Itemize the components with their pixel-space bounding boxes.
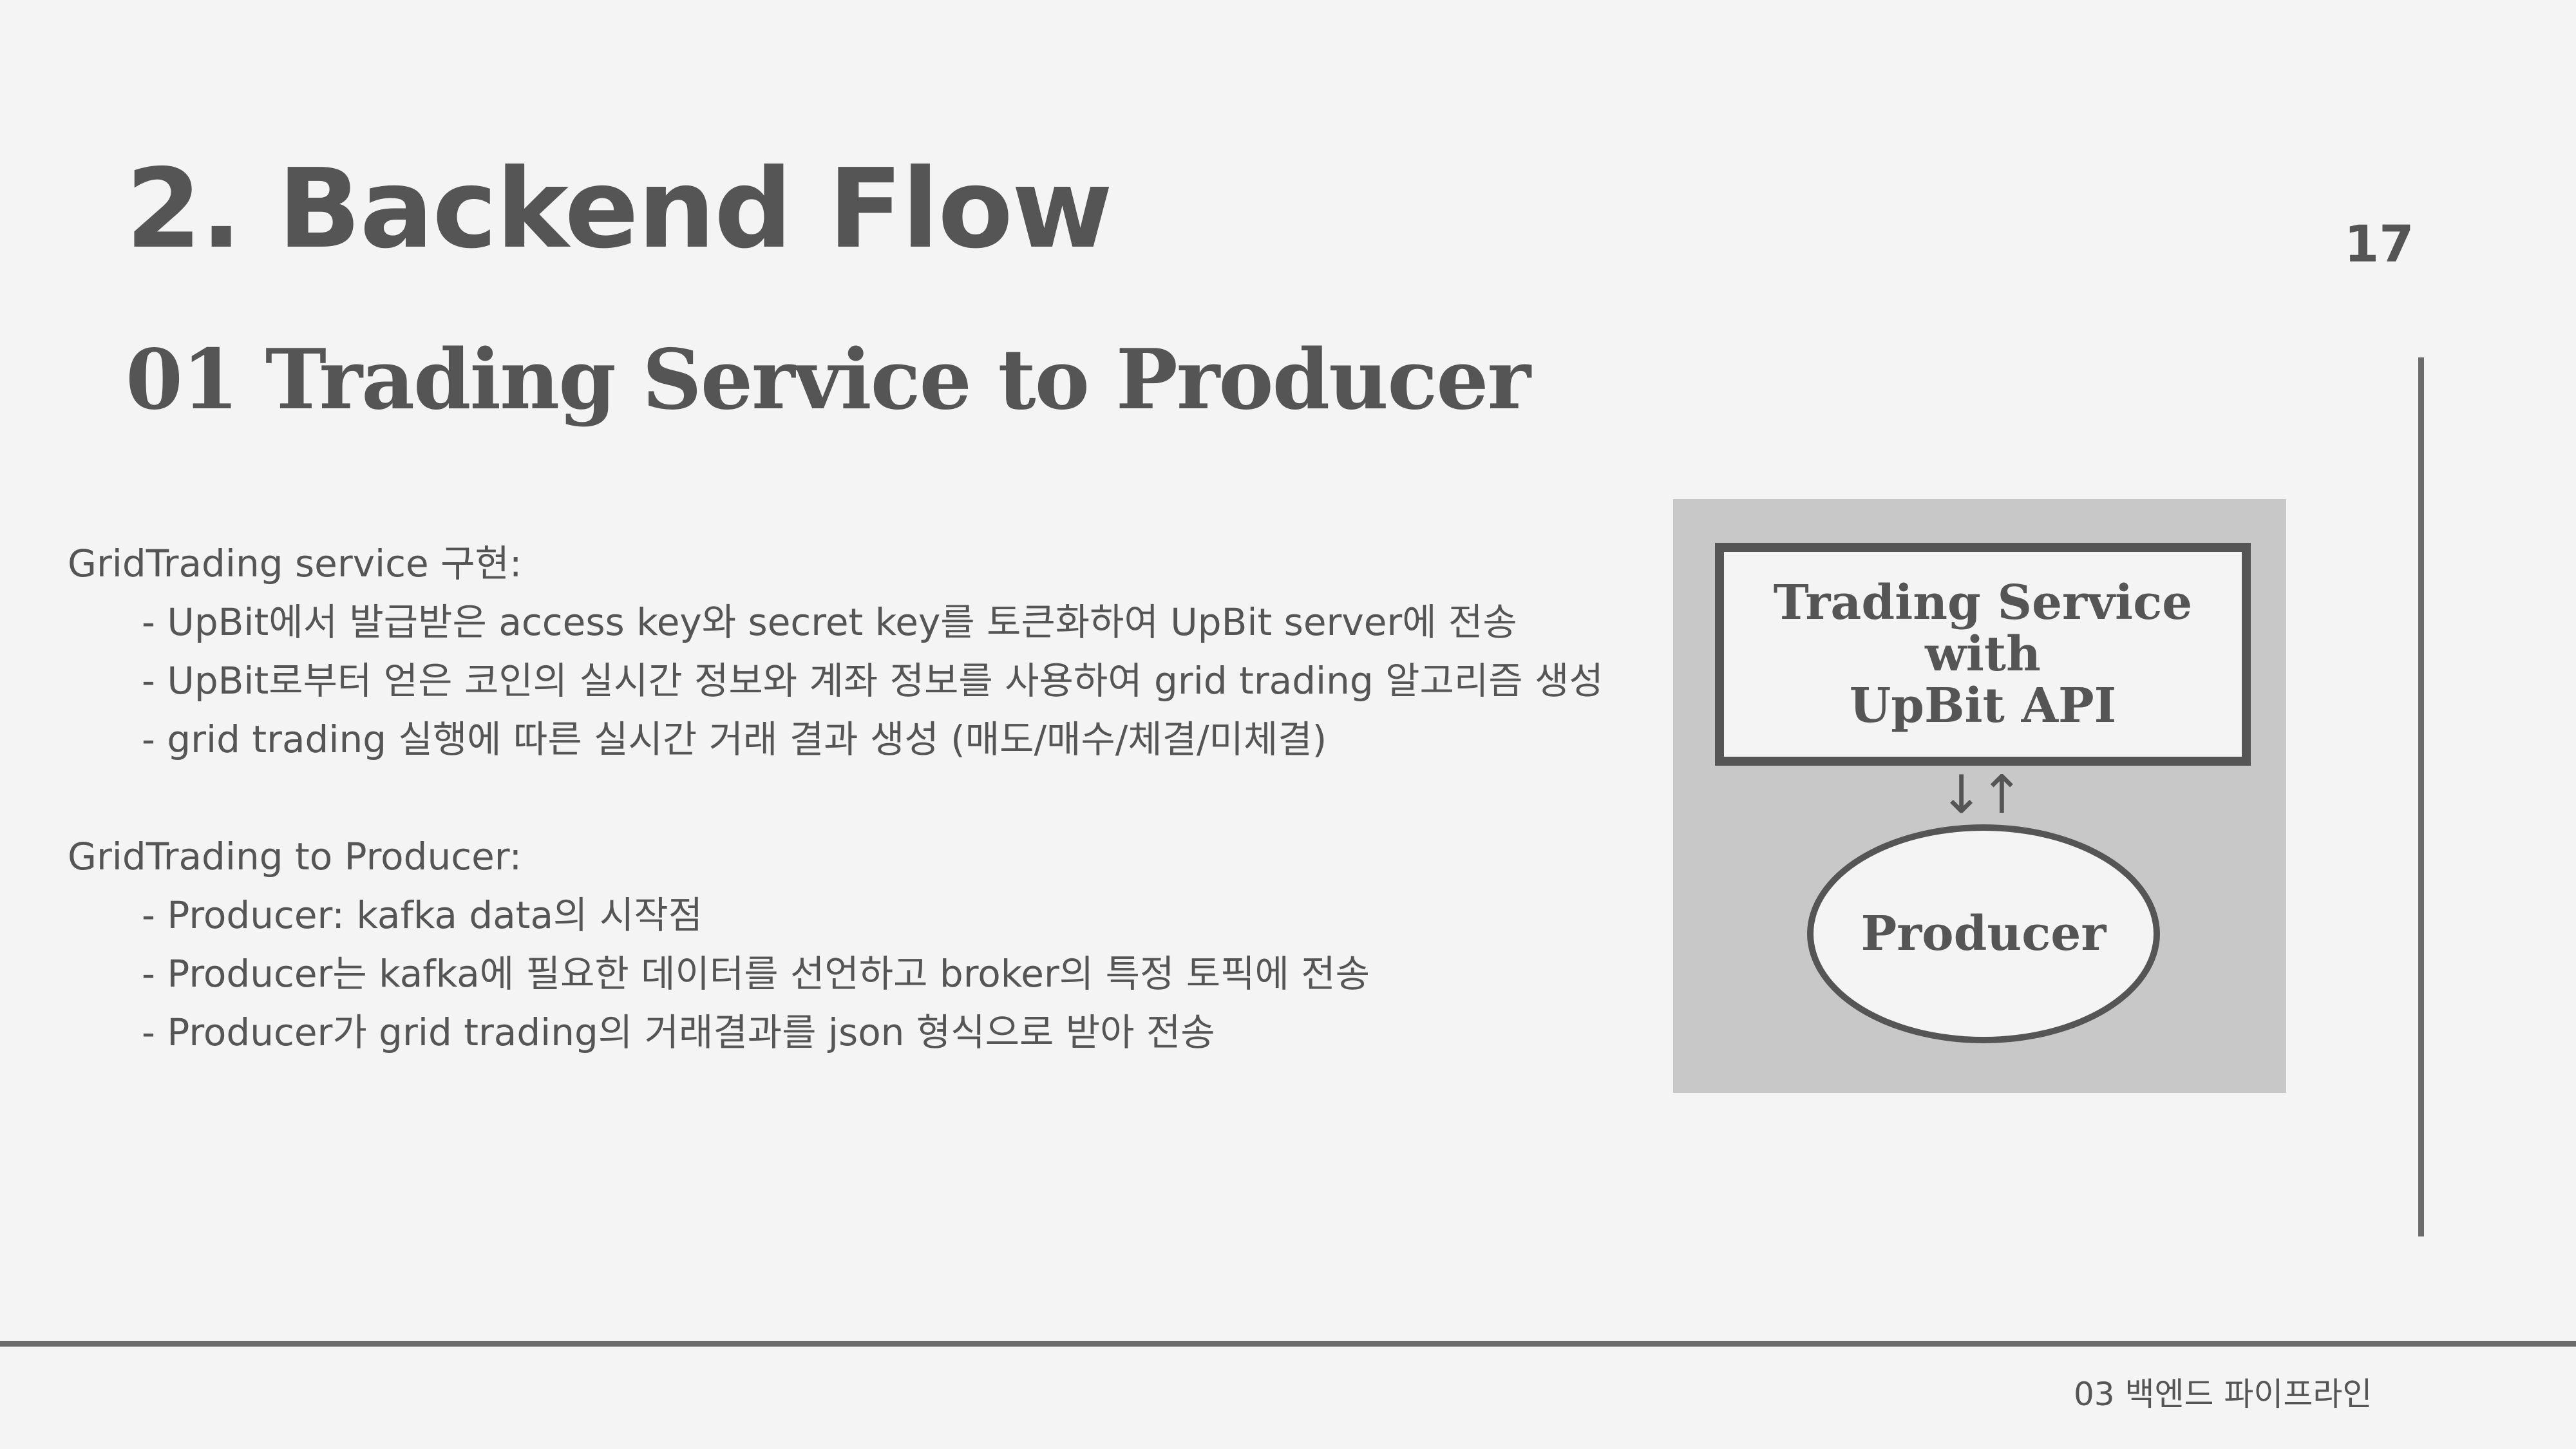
page-number: 17 <box>2344 216 2414 274</box>
vertical-divider <box>2418 357 2424 1236</box>
section-heading: GridTrading service 구현: <box>68 542 522 585</box>
service-label-line: Trading Service <box>1773 575 2193 630</box>
bullet-item: - UpBit에서 발급받은 access key와 secret key를 토… <box>142 600 1517 644</box>
slide-title: 2. Backend Flow <box>126 146 1113 273</box>
bullet-list: - Producer: kafka data의 시작점 - Producer는 … <box>68 886 1665 1062</box>
producer-label: Producer <box>1861 906 2107 961</box>
bullet-list: - UpBit에서 발급받은 access key와 secret key를 토… <box>68 593 1665 769</box>
slide-subtitle: 01 Trading Service to Producer <box>126 332 1531 428</box>
bullet-item: - Producer는 kafka에 필요한 데이터를 선언하고 broker의… <box>142 952 1370 996</box>
section-producer: GridTrading to Producer: - Producer: kaf… <box>68 828 1665 1062</box>
flow-diagram: Trading Service with UpBit API ↓↑ Produc… <box>1673 499 2286 1093</box>
trading-service-box: Trading Service with UpBit API <box>1715 543 2251 766</box>
bullet-item: - Producer가 grid trading의 거래결과를 json 형식으… <box>142 1010 1215 1054</box>
service-label-line: UpBit API <box>1849 678 2117 734</box>
bullet-item: - UpBit로부터 얻은 코인의 실시간 정보와 계좌 정보를 사용하여 gr… <box>142 659 1604 703</box>
producer-node: Producer <box>1807 824 2160 1043</box>
bullet-item: - Producer: kafka data의 시작점 <box>142 893 703 937</box>
bullet-item: - grid trading 실행에 따른 실시간 거래 결과 생성 (매도/매… <box>142 717 1327 761</box>
footer-label: 03 백엔드 파이프라인 <box>2074 1376 2372 1413</box>
service-label-line: with <box>1925 627 2041 682</box>
section-service: GridTrading service 구현: - UpBit에서 발급받은 a… <box>68 535 1665 769</box>
section-heading: GridTrading to Producer: <box>68 835 522 878</box>
footer-divider <box>0 1341 2576 1347</box>
body-text: GridTrading service 구현: - UpBit에서 발급받은 a… <box>68 535 1665 1062</box>
bidirectional-arrow-icon: ↓↑ <box>1939 764 2023 826</box>
trading-service-label: Trading Service with UpBit API <box>1774 577 2193 732</box>
